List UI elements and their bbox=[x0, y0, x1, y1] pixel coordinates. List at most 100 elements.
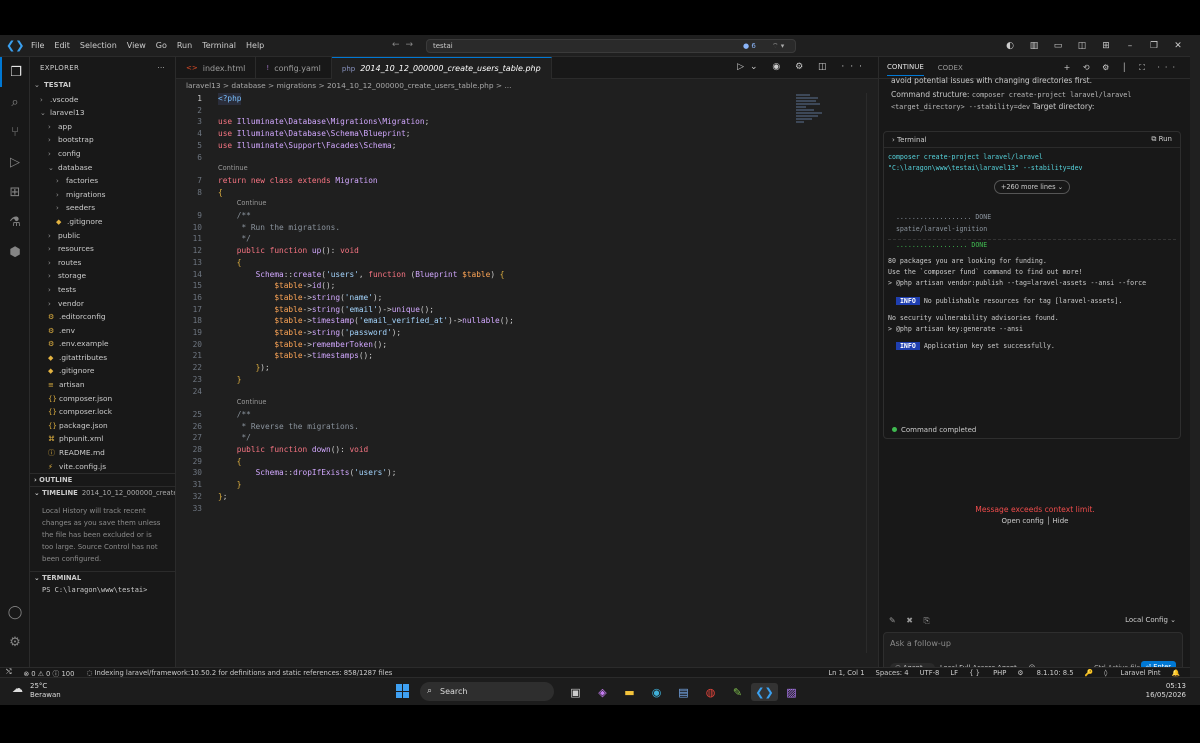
code-line[interactable]: 16 $table->string('name'); bbox=[176, 292, 786, 304]
folder-item[interactable]: › public bbox=[30, 229, 175, 243]
customize-layout-icon[interactable]: ⊞ bbox=[1094, 41, 1118, 51]
maximize-icon[interactable]: ❐ bbox=[1142, 41, 1166, 51]
code-line[interactable]: 29 { bbox=[176, 456, 786, 468]
menu-run[interactable]: Run bbox=[172, 41, 197, 50]
extensions-icon[interactable]: ⊞ bbox=[0, 177, 30, 207]
open-config-link[interactable]: Open config bbox=[1002, 517, 1044, 525]
breadcrumb[interactable]: laravel13 > database > migrations > 2014… bbox=[176, 79, 878, 93]
chat-icon[interactable]: ⌔ ▾ bbox=[772, 42, 784, 51]
encoding[interactable]: UTF-8 bbox=[920, 669, 940, 677]
code-line[interactable]: 31 } bbox=[176, 479, 786, 491]
problems-indicator[interactable]: ⊗ 0 ⚠ 0 ⓘ 100 bbox=[23, 668, 74, 678]
chat-tools[interactable]: ✎ ✖ ⎘ bbox=[889, 616, 934, 626]
tab-codex[interactable]: CODEX bbox=[938, 64, 963, 72]
line-ending[interactable]: LF bbox=[950, 669, 958, 677]
menu-file[interactable]: File bbox=[26, 41, 49, 50]
folder-item[interactable]: › .vscode bbox=[30, 93, 175, 107]
folder-item[interactable]: › migrations bbox=[30, 188, 175, 202]
code-lens-continue[interactable]: Continue bbox=[176, 163, 786, 175]
settings-gear-icon[interactable]: ⚙ bbox=[0, 627, 30, 657]
code-line[interactable]: 6 bbox=[176, 152, 786, 164]
hide-link[interactable]: Hide bbox=[1053, 517, 1069, 525]
laravel-pint[interactable]: ◊ Laravel Pint bbox=[1104, 669, 1161, 677]
toggle-sidebar-icon[interactable]: ◫ bbox=[1070, 41, 1094, 51]
language-mode[interactable]: { } PHP bbox=[969, 669, 1006, 677]
file-item[interactable]: ⚡ vite.config.js bbox=[30, 460, 175, 474]
code-line[interactable]: 2 bbox=[176, 105, 786, 117]
folder-item[interactable]: ⌄ database bbox=[30, 161, 175, 175]
menu-terminal[interactable]: Terminal bbox=[197, 41, 241, 50]
close-icon[interactable]: ✕ bbox=[1166, 41, 1190, 51]
source-control-icon[interactable]: ⑂ bbox=[0, 117, 30, 147]
code-line[interactable]: 17 $table->string('email')->unique(); bbox=[176, 304, 786, 316]
menu-view[interactable]: View bbox=[122, 41, 151, 50]
code-line[interactable]: 4 use Illuminate\Database\Schema\Blueprin… bbox=[176, 128, 786, 140]
code-line[interactable]: 32}; bbox=[176, 491, 786, 503]
folder-item[interactable]: › config bbox=[30, 147, 175, 161]
editor-scrollbar[interactable] bbox=[866, 93, 878, 653]
file-item[interactable]: ⓘ README.md bbox=[30, 446, 175, 460]
code-line[interactable]: 5 use Illuminate\Support\Facades\Schema; bbox=[176, 140, 786, 152]
code-line[interactable]: 9 /** bbox=[176, 210, 786, 222]
file-item[interactable]: ◆ .gitignore bbox=[30, 215, 175, 229]
code-line[interactable]: 30 Schema::dropIfExists('users'); bbox=[176, 467, 786, 479]
notepad-icon[interactable]: ✎ bbox=[724, 683, 751, 701]
taskbar-search[interactable]: ⌕ Search bbox=[420, 682, 554, 701]
terminal-section[interactable]: ⌄ TERMINAL bbox=[30, 571, 175, 584]
indentation[interactable]: Spaces: 4 bbox=[876, 669, 909, 677]
vscode-taskbar-icon[interactable]: ❮❯ bbox=[751, 683, 778, 701]
file-item[interactable]: {} package.json bbox=[30, 419, 175, 433]
php-version[interactable]: ⚙ 8.1.10: 8.5 bbox=[1017, 669, 1073, 677]
editor-tab[interactable]: <> index.html bbox=[176, 57, 257, 79]
folder-item[interactable]: › factories bbox=[30, 174, 175, 188]
file-item[interactable]: ⚙ .env.example bbox=[30, 337, 175, 351]
task-view-icon[interactable]: ▣ bbox=[562, 683, 589, 701]
file-explorer-icon[interactable]: ▬ bbox=[616, 683, 643, 701]
code-line[interactable]: 14 Schema::create('users', function (Blu… bbox=[176, 269, 786, 281]
folder-item[interactable]: › tests bbox=[30, 283, 175, 297]
code-line[interactable]: 8{ bbox=[176, 187, 786, 199]
menu-help[interactable]: Help bbox=[241, 41, 269, 50]
folder-item[interactable]: › seeders bbox=[30, 201, 175, 215]
testing-icon[interactable]: ⚗ bbox=[0, 207, 30, 237]
code-line[interactable]: 3 use Illuminate\Database\Migrations\Migr… bbox=[176, 116, 786, 128]
copilot-icon[interactable]: ◈ bbox=[589, 683, 616, 701]
code-line[interactable]: 22 }); bbox=[176, 362, 786, 374]
menu-selection[interactable]: Selection bbox=[75, 41, 122, 50]
chrome-icon[interactable]: ◍ bbox=[697, 683, 724, 701]
file-item[interactable]: {} composer.lock bbox=[30, 405, 175, 419]
nav-arrows[interactable]: ←→ bbox=[392, 40, 419, 50]
file-item[interactable]: ⌘ phpunit.xml bbox=[30, 432, 175, 446]
weather-widget[interactable]: ☁ 25°C Berawan bbox=[12, 682, 61, 700]
python-icon[interactable]: ⬢ bbox=[0, 237, 30, 267]
search-icon[interactable]: ⌕ bbox=[0, 87, 30, 117]
code-line[interactable]: 1 <?php bbox=[176, 93, 786, 105]
key-icon[interactable]: 🔑 bbox=[1085, 669, 1093, 677]
code-line[interactable]: 13 { bbox=[176, 257, 786, 269]
code-line[interactable]: 28 public function down(): void bbox=[176, 444, 786, 456]
menu-go[interactable]: Go bbox=[151, 41, 172, 50]
code-line[interactable]: 25 /** bbox=[176, 409, 786, 421]
run-button[interactable]: ⧉ Run bbox=[1151, 135, 1172, 144]
code-line[interactable]: 21 $table->timestamps(); bbox=[176, 350, 786, 362]
menu-edit[interactable]: Edit bbox=[49, 41, 75, 50]
workspace-root[interactable]: ⌄ TESTAI bbox=[30, 79, 175, 93]
code-line[interactable]: 15 $table->id(); bbox=[176, 280, 786, 292]
code-lens-continue[interactable]: Continue bbox=[176, 198, 786, 210]
code-line[interactable]: 27 */ bbox=[176, 432, 786, 444]
file-item[interactable]: ≡ artisan bbox=[30, 378, 175, 392]
code-line[interactable]: 18 $table->timestamp('email_verified_at'… bbox=[176, 315, 786, 327]
code-line[interactable]: 7 return new class extends Migration bbox=[176, 175, 786, 187]
code-line[interactable]: 20 $table->rememberToken(); bbox=[176, 339, 786, 351]
start-button[interactable] bbox=[396, 684, 410, 698]
editor-tab[interactable]: php 2014_10_12_000000_create_users_table.… bbox=[331, 57, 552, 79]
outline-section[interactable]: › OUTLINE bbox=[30, 473, 175, 486]
explorer-icon[interactable]: ❐ bbox=[0, 57, 30, 87]
more-actions-icon[interactable]: ··· bbox=[157, 64, 165, 72]
more-lines-button[interactable]: +260 more lines ⌄ bbox=[993, 180, 1071, 195]
layout-icon[interactable]: ▥ bbox=[1022, 41, 1046, 51]
edge-icon[interactable]: ◉ bbox=[643, 683, 670, 701]
minimize-icon[interactable]: – bbox=[1118, 41, 1142, 51]
file-item[interactable]: ◆ .gitattributes bbox=[30, 351, 175, 365]
file-item[interactable]: ⚙ .editorconfig bbox=[30, 310, 175, 324]
